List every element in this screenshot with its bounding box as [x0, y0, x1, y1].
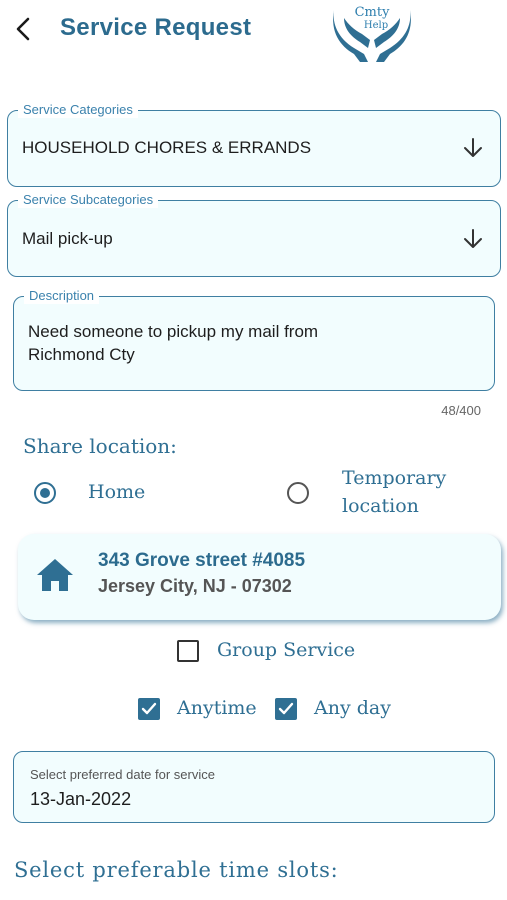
description-text-line2: Richmond Cty — [28, 345, 135, 364]
address-line1: 343 Grove street #4085 — [98, 550, 306, 571]
description-text-line1: Need someone to pickup my mail from — [28, 322, 319, 341]
logo-text-line1: Cmty — [354, 5, 390, 20]
address-line2: Jersey City, NJ - 07302 — [98, 576, 292, 596]
service-categories-label: Service Categories — [18, 102, 138, 118]
check-icon — [141, 702, 157, 715]
arrow-down-icon — [464, 138, 482, 157]
description-label: Description — [24, 288, 100, 304]
temporary-location-radio[interactable] — [287, 482, 309, 504]
service-subcategories-dropdown[interactable]: Service Subcategories Mail pick-up — [7, 192, 501, 277]
anyday-checkbox[interactable] — [275, 698, 297, 720]
chevron-left-icon — [16, 17, 30, 41]
logo-text-line2: Help — [363, 20, 389, 31]
share-location-title: Share location: — [23, 434, 177, 458]
anyday-label[interactable]: Any day — [314, 697, 391, 719]
preferred-date-label: Select preferred date for service — [30, 767, 215, 782]
service-categories-value: HOUSEHOLD CHORES & ERRANDS — [22, 138, 312, 157]
address-card[interactable]: 343 Grove street #4085 Jersey City, NJ -… — [18, 534, 501, 620]
anytime-label[interactable]: Anytime — [177, 697, 257, 719]
preferred-date-value: 13-Jan-2022 — [30, 789, 132, 809]
arrow-down-icon — [464, 229, 482, 248]
description-textarea[interactable]: Description Need someone to pickup my ma… — [13, 288, 495, 391]
time-slots-title: Select preferable time slots: — [14, 858, 339, 882]
check-icon — [278, 702, 294, 715]
anytime-checkbox[interactable] — [138, 698, 160, 720]
app-logo: Cmty Help — [330, 4, 414, 64]
back-button[interactable] — [10, 12, 38, 46]
service-categories-dropdown[interactable]: Service Categories HOUSEHOLD CHORES & ER… — [7, 102, 501, 187]
service-subcategories-label: Service Subcategories — [18, 192, 159, 208]
home-icon — [37, 559, 73, 591]
temporary-location-label-line2[interactable]: location — [342, 495, 419, 517]
home-radio[interactable] — [34, 482, 56, 504]
logo-text: Cmty Help — [344, 6, 400, 32]
home-radio-label[interactable]: Home — [88, 481, 145, 503]
group-service-checkbox[interactable] — [177, 640, 199, 662]
temporary-location-label-line1[interactable]: Temporary — [342, 467, 446, 489]
page-title: Service Request — [60, 14, 252, 41]
character-counter: 48/400 — [441, 403, 481, 418]
service-subcategories-value: Mail pick-up — [22, 229, 113, 248]
group-service-label[interactable]: Group Service — [217, 639, 355, 661]
preferred-date-field[interactable]: Select preferred date for service 13-Jan… — [13, 751, 495, 823]
header-bar: Service Request Cmty Help — [0, 0, 507, 64]
